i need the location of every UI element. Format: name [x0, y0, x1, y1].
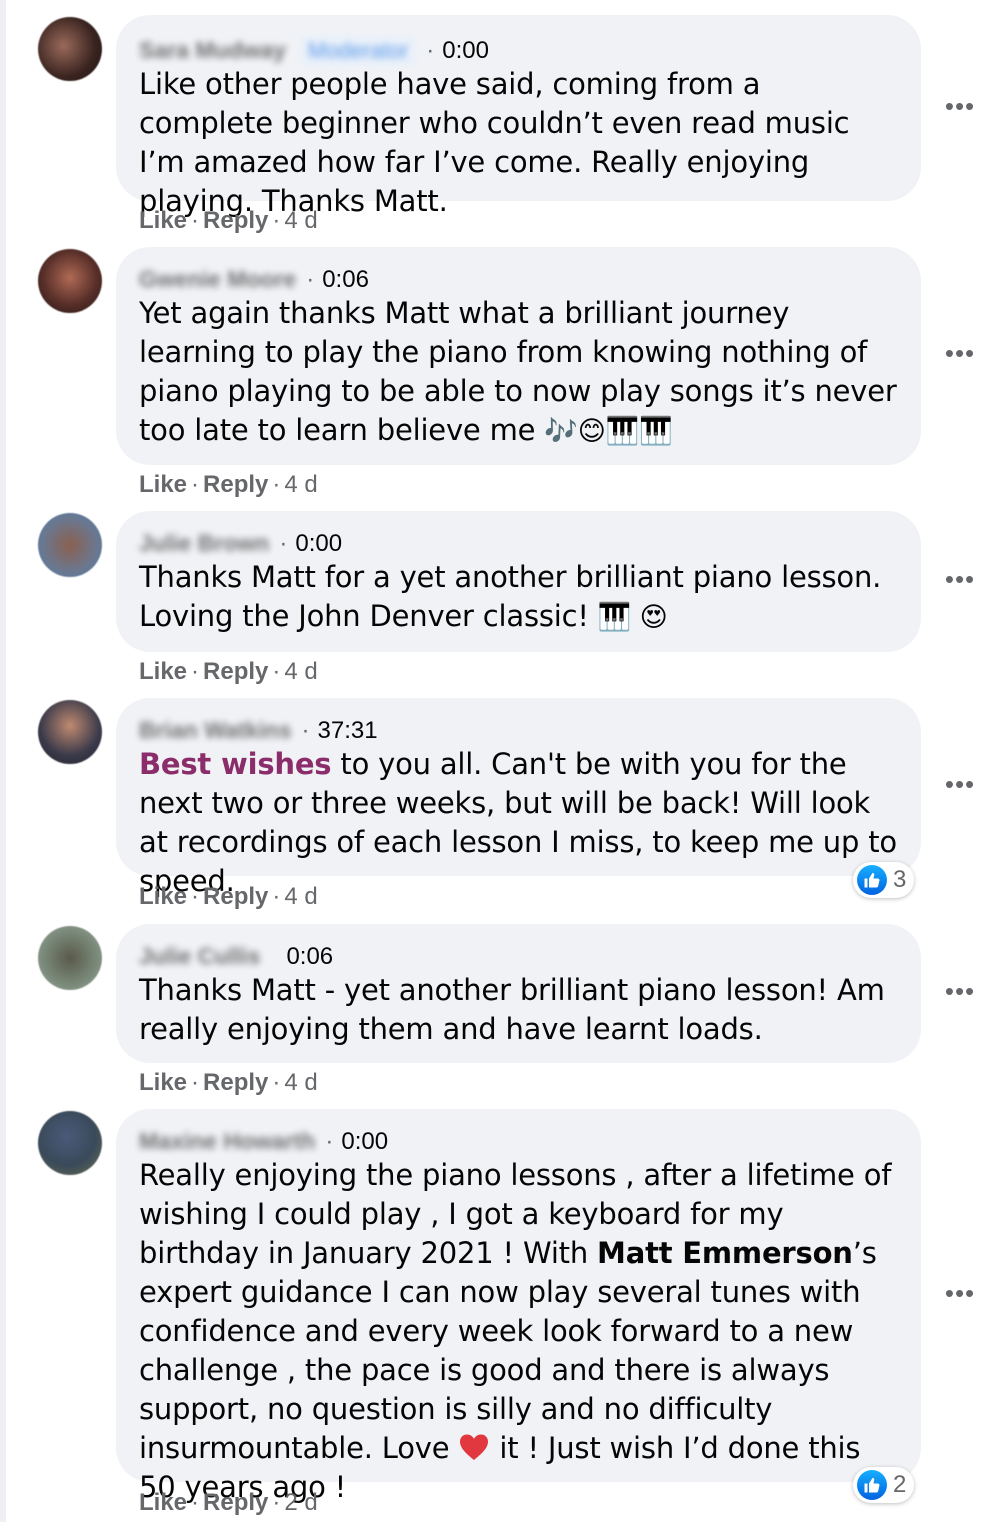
comment-text: Yet again thanks Matt what a brilliant j… [139, 294, 897, 451]
heart-emoji-icon [460, 1434, 489, 1460]
comment-meta: Julie Cullis·0:06 [139, 941, 897, 971]
comment-bubble: Julie Brown · 0:00 Thanks Matt for a yet a… [116, 511, 921, 652]
comment-actions: Like · Reply · 2 d [139, 1489, 318, 1516]
comment-bubble: Brian Watkins · 37:31 Best wishes to you a… [116, 698, 921, 898]
reply-button[interactable]: Reply [203, 883, 268, 910]
comment-text: Best wishes to you all. Can't be with yo… [139, 745, 897, 901]
comment-actions: Like · Reply · 4 d [139, 207, 318, 234]
author-name[interactable]: Julie Brown [139, 528, 269, 558]
comment-text-main: Yet again thanks Matt what a brilliant j… [139, 296, 897, 447]
video-timestamp[interactable]: 0:06 [286, 943, 333, 970]
like-button[interactable]: Like [139, 1489, 187, 1516]
like-button[interactable]: Like [139, 207, 187, 234]
reaction-count: 3 [893, 866, 907, 893]
avatar[interactable] [38, 700, 102, 764]
comment-text: Thanks Matt for a yet another brilliant … [139, 558, 897, 637]
more-options-icon[interactable]: ••• [944, 771, 976, 798]
comment-meta: Maxine Howarth · 0:00 [139, 1126, 897, 1156]
comment-actions: Like · Reply · 4 d [139, 883, 318, 910]
more-options-icon[interactable]: ••• [944, 566, 976, 593]
video-timestamp[interactable]: 0:00 [442, 37, 489, 64]
reply-button[interactable]: Reply [203, 471, 268, 498]
reaction-summary[interactable]: 2 [853, 1467, 915, 1503]
author-name[interactable]: Maxine Howarth [139, 1126, 315, 1156]
comment-age[interactable]: 4 d [284, 658, 317, 685]
comment-actions: Like · Reply · 4 d [139, 471, 318, 498]
mention-link[interactable]: Matt Emmerson [597, 1236, 853, 1270]
comment-bubble: Gwenie Moore · 0:06 Yet again thanks Matt … [116, 247, 921, 465]
comment-emoji: 🎶😊🎹🎹 [544, 416, 673, 447]
avatar[interactable] [38, 17, 102, 81]
comment-meta: Gwenie Moore · 0:06 [139, 264, 897, 294]
separator-dot: · [306, 266, 315, 293]
comment-meta: Julie Brown · 0:00 [139, 528, 897, 558]
comment-text: Like other people have said, coming from… [139, 67, 850, 218]
video-timestamp[interactable]: 0:06 [322, 266, 369, 293]
avatar[interactable] [38, 513, 102, 577]
author-name[interactable]: Julie Cullis [139, 941, 260, 971]
video-timestamp[interactable]: 0:00 [295, 530, 342, 557]
moderator-badge: Moderator [300, 36, 417, 66]
like-reaction-icon [857, 1470, 887, 1500]
more-options-icon[interactable]: ••• [944, 340, 976, 367]
reply-button[interactable]: Reply [203, 1489, 268, 1516]
comment-text: Thanks Matt - yet another brilliant pian… [139, 973, 885, 1046]
comment-bubble: Julie Cullis·0:06 Thanks Matt - yet anot… [116, 924, 921, 1063]
comment-actions: Like · Reply · 4 d [139, 1069, 318, 1096]
hashtag-link[interactable]: Best wishes [139, 747, 332, 781]
avatar[interactable] [38, 249, 102, 313]
comment-age[interactable]: 4 d [284, 471, 317, 498]
like-button[interactable]: Like [139, 1069, 187, 1096]
reply-button[interactable]: Reply [203, 658, 268, 685]
left-edge-rule [0, 0, 6, 1522]
author-name[interactable]: Gwenie Moore [139, 264, 296, 294]
comment-actions: Like · Reply · 4 d [139, 658, 318, 685]
comment-text-main: Thanks Matt for a yet another brilliant … [139, 560, 882, 633]
reply-button[interactable]: Reply [203, 207, 268, 234]
author-name[interactable]: Brian Watkins [139, 715, 292, 745]
comment-age[interactable]: 2 d [284, 1489, 317, 1516]
like-button[interactable]: Like [139, 471, 187, 498]
comment-age[interactable]: 4 d [284, 1069, 317, 1096]
comment-meta: Sara Mudway Moderator · 0:00 [139, 35, 897, 66]
comment-text: Really enjoying the piano lessons , afte… [139, 1156, 897, 1507]
like-button[interactable]: Like [139, 658, 187, 685]
separator-dot: · [426, 37, 435, 64]
separator-dot: · [279, 530, 288, 557]
avatar[interactable] [38, 1111, 102, 1175]
avatar[interactable] [38, 926, 102, 990]
reaction-count: 2 [893, 1471, 907, 1498]
more-options-icon[interactable]: ••• [944, 1280, 976, 1307]
more-options-icon[interactable]: ••• [944, 978, 976, 1005]
comment-age[interactable]: 4 d [284, 207, 317, 234]
video-timestamp[interactable]: 0:00 [341, 1128, 388, 1155]
reply-button[interactable]: Reply [203, 1069, 268, 1096]
video-timestamp[interactable]: 37:31 [318, 717, 378, 744]
separator-dot: · [301, 717, 310, 744]
comment-emoji: 🎹 😍 [597, 602, 668, 633]
like-reaction-icon [857, 865, 887, 895]
separator-dot: · [325, 1128, 334, 1155]
comment-bubble: Sara Mudway Moderator · 0:00 Like other peo… [116, 15, 921, 218]
comment-meta: Brian Watkins · 37:31 [139, 715, 897, 745]
reaction-summary[interactable]: 3 [853, 862, 915, 898]
like-button[interactable]: Like [139, 883, 187, 910]
comment-age[interactable]: 4 d [284, 883, 317, 910]
author-name[interactable]: Sara Mudway [139, 35, 286, 65]
comment-bubble: Maxine Howarth · 0:00 Really enjoying the … [116, 1109, 921, 1504]
more-options-icon[interactable]: ••• [944, 93, 976, 120]
